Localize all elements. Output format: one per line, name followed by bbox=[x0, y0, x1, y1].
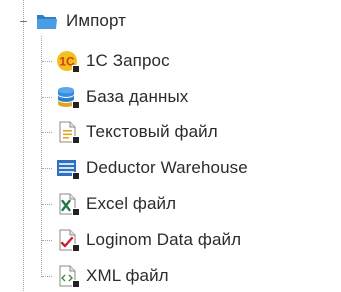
node-badge-icon bbox=[72, 244, 80, 252]
database-icon bbox=[56, 86, 80, 109]
tree-node-1c-query[interactable]: 1С 1С Запрос bbox=[56, 48, 170, 74]
tree-node-label: Импорт bbox=[66, 11, 127, 30]
tree-guide-line bbox=[42, 204, 52, 205]
tree-node-label: Loginom Data файл bbox=[86, 230, 242, 249]
tree-node-label: Текстовый файл bbox=[86, 122, 218, 141]
tree-node-excel-file[interactable]: Excel файл bbox=[56, 191, 176, 217]
tree-node-text-file[interactable]: Текстовый файл bbox=[56, 119, 218, 145]
node-badge-icon bbox=[72, 136, 80, 144]
node-badge-icon bbox=[72, 172, 80, 180]
node-badge-icon bbox=[72, 101, 80, 109]
tree-guide-line bbox=[42, 168, 52, 169]
tree-node-import[interactable]: Импорт bbox=[36, 8, 126, 34]
tree-node-label: Deductor Warehouse bbox=[86, 158, 248, 177]
tree-guide-line bbox=[42, 276, 52, 277]
tree-node-database[interactable]: База данных bbox=[56, 84, 188, 110]
tree-guide-line bbox=[42, 61, 52, 62]
node-badge-icon bbox=[72, 208, 80, 216]
tree-node-label: Excel файл bbox=[86, 194, 177, 213]
tree-guide-line bbox=[42, 132, 52, 133]
1c-logo-icon: 1С bbox=[56, 50, 80, 73]
tree-node-loginom-data-file[interactable]: Loginom Data файл bbox=[56, 227, 241, 253]
collapse-toggle[interactable] bbox=[19, 17, 28, 26]
loginom-data-file-icon bbox=[56, 229, 80, 252]
node-badge-icon bbox=[72, 280, 80, 288]
tree-guide-line bbox=[42, 240, 52, 241]
import-tree-panel: Импорт 1С 1С Запрос База данных Текстовы… bbox=[0, 0, 341, 291]
xml-file-icon bbox=[56, 265, 80, 288]
tree-node-xml-file[interactable]: XML файл bbox=[56, 263, 169, 289]
tree-guide-line bbox=[23, 0, 24, 291]
text-file-icon bbox=[56, 121, 80, 144]
excel-file-icon bbox=[56, 193, 80, 216]
warehouse-icon bbox=[56, 157, 80, 180]
tree-node-deductor-warehouse[interactable]: Deductor Warehouse bbox=[56, 155, 248, 181]
tree-guide-line bbox=[42, 97, 52, 98]
tree-node-label: 1С Запрос bbox=[86, 51, 170, 70]
tree-node-label: XML файл bbox=[86, 266, 169, 285]
node-badge-icon bbox=[72, 65, 80, 73]
folder-open-icon bbox=[36, 10, 58, 32]
tree-node-label: База данных bbox=[86, 87, 189, 106]
